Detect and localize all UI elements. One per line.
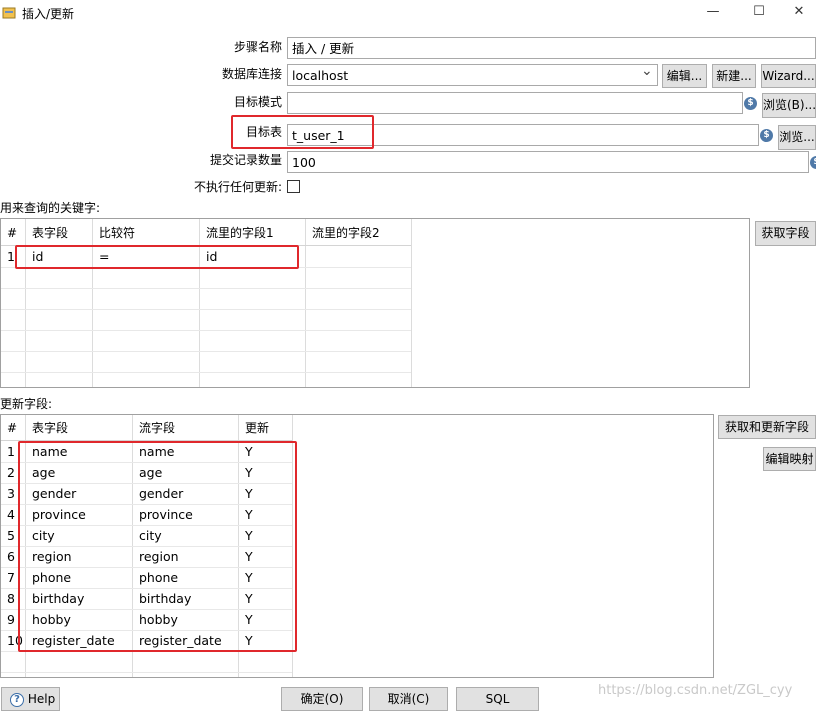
- minimize-button[interactable]: —: [690, 0, 736, 26]
- title-bar: 插入/更新 — ☐ ✕: [0, 0, 816, 26]
- maximize-icon: ☐: [753, 4, 765, 19]
- browse-schema-button[interactable]: 浏览(B)...: [762, 93, 816, 118]
- connection-value: localhost: [292, 68, 349, 83]
- variable-icon: $: [744, 97, 757, 110]
- row-number: 5: [7, 528, 15, 543]
- cancel-button[interactable]: 取消(C): [369, 687, 448, 711]
- edit-connection-button[interactable]: 编辑...: [662, 64, 707, 88]
- row-number: 7: [7, 570, 15, 585]
- maximize-button[interactable]: ☐: [736, 0, 782, 26]
- get-update-fields-button[interactable]: 获取和更新字段: [718, 415, 816, 439]
- row-number: 8: [7, 591, 15, 606]
- no-update-label: 不执行任何更新:: [193, 180, 282, 194]
- wizard-button[interactable]: Wizard...: [761, 64, 816, 88]
- column-header-table-field[interactable]: 表字段: [26, 223, 68, 244]
- column-header-table-field[interactable]: 表字段: [26, 418, 68, 439]
- highlight-box-update-rows: [18, 441, 297, 652]
- column-header-number: #: [7, 226, 18, 240]
- update-section-label: 更新字段:: [0, 397, 53, 411]
- column-header-update[interactable]: 更新: [239, 418, 269, 439]
- column-header-stream-field2[interactable]: 流里的字段2: [306, 223, 380, 244]
- column-header-stream-field1[interactable]: 流里的字段1: [200, 223, 274, 244]
- connection-select[interactable]: localhost: [287, 64, 658, 86]
- row-number: 6: [7, 549, 15, 564]
- column-header-number: #: [7, 421, 18, 435]
- step-name-input[interactable]: 插入 / 更新: [287, 37, 816, 59]
- new-connection-button[interactable]: 新建...: [712, 64, 756, 88]
- sql-button[interactable]: SQL: [456, 687, 539, 711]
- browse-table-button[interactable]: 浏览...: [778, 125, 816, 150]
- schema-input[interactable]: [287, 92, 743, 114]
- row-number: 1: [7, 444, 15, 459]
- edit-mapping-button[interactable]: 编辑映射: [763, 447, 816, 471]
- no-update-checkbox[interactable]: [287, 180, 300, 193]
- row-number: 2: [7, 465, 15, 480]
- get-fields-button[interactable]: 获取字段: [755, 221, 816, 246]
- commit-size-label: 提交记录数量: [209, 153, 282, 167]
- app-icon: [2, 7, 16, 19]
- schema-label: 目标模式: [233, 95, 282, 109]
- commit-size-input[interactable]: 100: [287, 151, 809, 173]
- highlight-box-target-table: [231, 115, 374, 149]
- watermark-text: https://blog.csdn.net/ZGL_cyy: [598, 683, 793, 698]
- help-button[interactable]: ? Help: [1, 687, 60, 711]
- column-header-comparator[interactable]: 比较符: [93, 223, 135, 244]
- highlight-box-key-row: [15, 245, 299, 269]
- key-section-label: 用来查询的关键字:: [0, 201, 101, 215]
- ok-button[interactable]: 确定(O): [281, 687, 363, 711]
- close-button[interactable]: ✕: [782, 0, 816, 26]
- close-icon: ✕: [793, 4, 805, 19]
- row-number: 4: [7, 507, 15, 522]
- connection-label: 数据库连接: [221, 67, 282, 81]
- key-lookup-table: # 表字段 比较符 流里的字段1 流里的字段2 1 id = id: [0, 218, 750, 388]
- help-label: Help: [27, 692, 56, 706]
- help-icon: ?: [10, 692, 24, 707]
- column-header-stream-field[interactable]: 流字段: [133, 418, 175, 439]
- window-title: 插入/更新: [22, 7, 75, 21]
- row-number: 3: [7, 486, 15, 501]
- row-number: 10: [7, 633, 23, 648]
- minimize-icon: —: [706, 4, 720, 19]
- chevron-down-icon[interactable]: ⌄: [641, 63, 653, 79]
- step-name-label: 步骤名称: [233, 40, 282, 54]
- variable-icon: $: [810, 156, 816, 169]
- variable-icon: $: [760, 129, 773, 142]
- row-number: 9: [7, 612, 15, 627]
